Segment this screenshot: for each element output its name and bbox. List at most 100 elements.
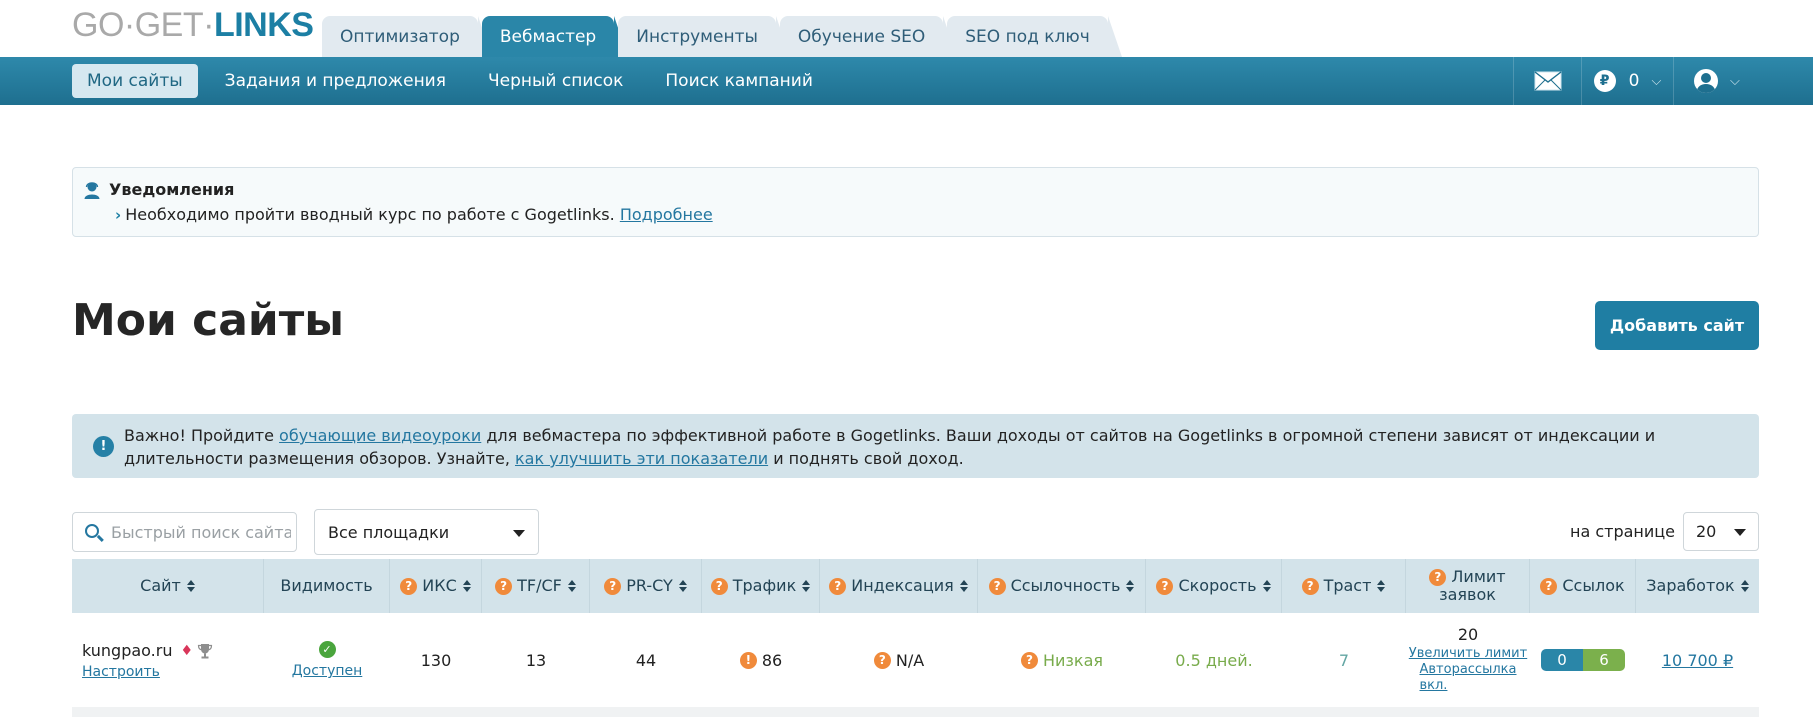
envelope-icon [1534, 71, 1561, 91]
col-trust[interactable]: ? Траст [1282, 559, 1406, 613]
balance-dropdown[interactable]: ₽ 0 ⌵ [1581, 57, 1673, 105]
balance-value: 0 [1628, 71, 1640, 91]
logo[interactable]: GO·GET·LINKS [72, 6, 314, 45]
cell-indexing: ? N/A [820, 613, 978, 707]
sort-icon [462, 580, 471, 592]
tab-webmaster[interactable]: Вебмастер [481, 16, 629, 57]
sort-icon [1377, 580, 1386, 592]
user-menu[interactable]: ⌵ [1673, 57, 1813, 105]
logo-part-1: GO·GET· [72, 6, 214, 44]
help-icon[interactable]: ? [1301, 577, 1319, 595]
platform-select-value: Все площадки [328, 522, 450, 542]
info-banner: ! Важно! Пройдите обучающие видеоуроки д… [72, 414, 1759, 478]
help-icon[interactable]: ? [829, 577, 847, 595]
tab-tools[interactable]: Инструменты [618, 16, 790, 57]
cell-trust: 7 [1338, 650, 1350, 670]
col-links: ? Ссылок [1530, 559, 1636, 613]
nav-tasks-offers[interactable]: Задания и предложения [210, 64, 461, 98]
notification-more-link[interactable]: Подробнее [620, 205, 713, 224]
cell-links: 0 6 [1530, 613, 1636, 707]
help-icon[interactable]: ? [1540, 577, 1558, 595]
warning-icon[interactable]: ! [739, 651, 757, 669]
notifications-panel: Уведомления › Необходимо пройти вводный к… [72, 167, 1759, 237]
messages-button[interactable] [1513, 57, 1581, 105]
sort-icon [567, 580, 576, 592]
main-tabs: Оптимизатор Вебмастер Инструменты Обучен… [322, 16, 1123, 57]
top-header: GO·GET·LINKS Оптимизатор Вебмастер Инстр… [0, 0, 1813, 57]
help-icon[interactable]: ? [710, 577, 728, 595]
links-counter[interactable]: 0 6 [1541, 649, 1625, 671]
col-request-limit: ? Лимит заявок [1406, 559, 1530, 613]
per-page-label: на странице [1570, 522, 1676, 541]
earnings-link[interactable]: 10 700 ₽ [1662, 651, 1733, 670]
cell-site: kungpao.ru ♦ Настроить [72, 613, 264, 707]
help-icon[interactable]: ? [400, 577, 418, 595]
nav-blacklist[interactable]: Черный список [473, 64, 638, 98]
nav-campaign-search[interactable]: Поиск кампаний [650, 64, 828, 98]
col-indexing[interactable]: ? Индексация [820, 559, 978, 613]
tab-seo-turnkey[interactable]: SEO под ключ [947, 16, 1123, 57]
col-iks[interactable]: ? ИКС [390, 559, 482, 613]
cell-traffic: ! 86 [702, 613, 820, 707]
search-icon [85, 524, 99, 538]
help-icon[interactable]: ? [495, 577, 513, 595]
cell-tfcf: 13 [525, 650, 547, 670]
table-row: kungpao.ru ♦ Настроить ✓ Доступен 130 13… [72, 613, 1759, 707]
help-icon[interactable]: ? [1429, 568, 1447, 586]
per-page-select[interactable]: 20 [1683, 512, 1759, 551]
cell-linkiness: ? Низкая [978, 613, 1146, 707]
video-lessons-link[interactable]: обучающие видеоуроки [279, 426, 481, 445]
sort-icon [186, 580, 195, 592]
autosend-link[interactable]: Авторассылка вкл. [1419, 662, 1516, 694]
links-count-placed: 0 [1541, 649, 1583, 671]
site-domain: kungpao.ru [82, 641, 173, 660]
sort-icon [678, 580, 687, 592]
help-icon[interactable]: ? [988, 577, 1006, 595]
cell-iks: 130 [420, 650, 452, 670]
nav-my-sites[interactable]: Мои сайты [72, 64, 198, 98]
chevron-right-icon: › [115, 206, 122, 224]
help-icon[interactable]: ? [1020, 651, 1038, 669]
cell-visibility: ✓ Доступен [264, 613, 390, 707]
cell-prcy: 44 [635, 650, 657, 670]
per-page-value: 20 [1696, 522, 1717, 541]
sort-icon [1740, 580, 1749, 592]
chevron-down-icon: ⌵ [1730, 73, 1740, 89]
logo-part-2: LINKS [213, 6, 314, 44]
site-search-input[interactable] [111, 513, 291, 551]
subnav: Мои сайты Задания и предложения Черный с… [72, 64, 840, 98]
col-linkiness[interactable]: ? Ссылочность [978, 559, 1146, 613]
add-site-button[interactable]: Добавить сайт [1595, 301, 1759, 350]
col-visibility: Видимость [264, 559, 390, 613]
col-tfcf[interactable]: ? TF/CF [482, 559, 590, 613]
info-text: Важно! Пройдите обучающие видеоуроки для… [124, 426, 1656, 468]
help-icon[interactable]: ? [604, 577, 622, 595]
tab-optimizer[interactable]: Оптимизатор [322, 16, 492, 57]
notifications-header: Уведомления [83, 180, 234, 199]
nav-bar: Мои сайты Задания и предложения Черный с… [0, 57, 1813, 105]
ruble-coin-icon: ₽ [1593, 70, 1616, 92]
increase-limit-link[interactable]: Увеличить лимит [1409, 646, 1527, 662]
platform-select[interactable]: Все площадки [314, 509, 539, 555]
tab-seo-training[interactable]: Обучение SEO [779, 16, 958, 57]
exclamation-icon: ! [93, 436, 114, 457]
col-speed[interactable]: ? Скорость [1146, 559, 1282, 613]
sort-icon [1262, 580, 1271, 592]
col-earnings[interactable]: Заработок [1636, 559, 1759, 613]
cell-earnings: 10 700 ₽ [1636, 613, 1759, 707]
visibility-status-link[interactable]: Доступен [292, 663, 363, 679]
check-circle-icon: ✓ [318, 641, 336, 658]
col-traffic[interactable]: ? Трафик [702, 559, 820, 613]
col-site[interactable]: Сайт [72, 559, 264, 613]
notification-item: › Необходимо пройти вводный курс по работ… [115, 205, 713, 224]
improve-metrics-link[interactable]: как улучшить эти показатели [515, 449, 768, 468]
caret-down-icon [513, 530, 525, 537]
help-icon[interactable]: ? [1156, 577, 1174, 595]
next-row-placeholder [72, 707, 1759, 717]
site-configure-link[interactable]: Настроить [82, 664, 160, 680]
user-avatar-icon [1694, 69, 1718, 93]
nav-right: ₽ 0 ⌵ ⌵ [1513, 57, 1813, 105]
col-prcy[interactable]: ? PR-CY [590, 559, 702, 613]
sort-icon [1126, 580, 1135, 592]
help-icon[interactable]: ? [873, 651, 891, 669]
